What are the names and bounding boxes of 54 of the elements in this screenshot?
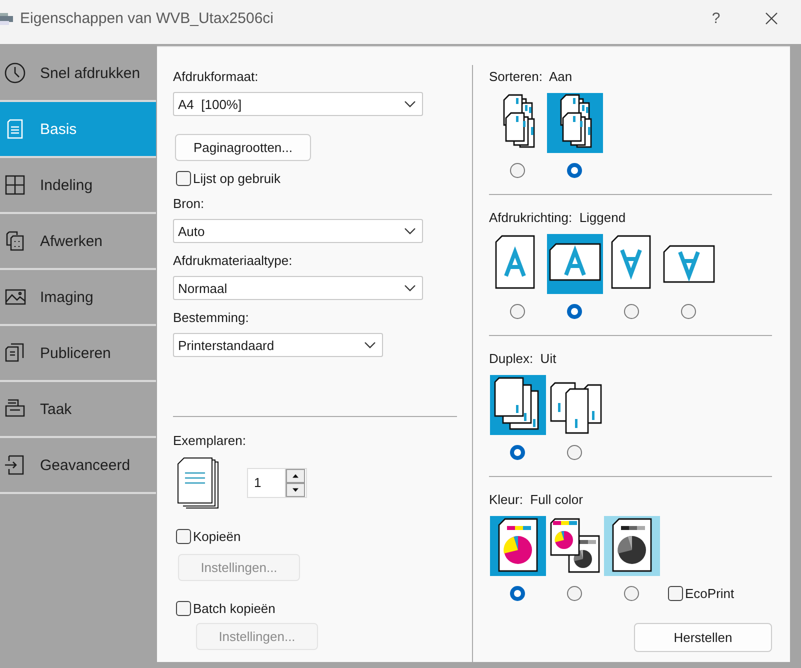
copies-icon [177,457,221,509]
checkbox-label: Lijst op gebruik [193,171,280,186]
checkbox-label: EcoPrint [685,586,734,601]
option-tile[interactable] [490,375,546,435]
radio-button[interactable] [681,304,696,319]
radio-button[interactable] [624,304,639,319]
radio-button[interactable] [510,163,525,178]
chevron-icon [364,341,376,349]
group-label: Kleur: Full color [489,492,584,508]
radio-button[interactable] [567,304,582,319]
reset-button[interactable]: Herstellen [634,623,772,652]
pages-icon [4,342,26,364]
checkbox-label: Batch kopieën [193,601,276,616]
checkbox[interactable] [668,586,683,601]
clock-icon [4,62,26,84]
option-tile[interactable] [490,516,546,576]
field-label: Afdrukformaat: [173,69,260,85]
radio-button[interactable] [567,163,582,178]
exit-icon [4,454,26,476]
option-tile[interactable] [546,93,602,153]
chevron-icon [404,100,416,108]
option-tile[interactable] [604,516,660,576]
checkbox[interactable] [176,529,191,544]
group-label: Sorteren: Aan [489,69,574,85]
field-label: Afdrukmateriaaltype: [173,253,294,269]
radio-button[interactable] [510,586,525,601]
chevron-icon [404,227,416,235]
radio-button[interactable] [510,304,525,319]
radio-button[interactable] [624,586,639,601]
window-title: Eigenschappen van WVB_Utax2506ci [20,10,274,26]
button[interactable]: Paginagrootten... [175,134,311,161]
group-label: Duplex: Uit [489,351,558,367]
group-label: Afdrukrichting: Liggend [489,210,627,226]
field-label: Exemplaren: [173,433,247,449]
chevron-icon [404,284,416,292]
checkbox[interactable] [176,171,191,186]
radio-button[interactable] [567,445,582,460]
help-button[interactable]: ? [709,10,723,26]
dropdown[interactable]: Printerstandaard [173,333,383,357]
checkbox[interactable] [176,601,191,616]
grid-icon [4,174,26,196]
pages-icon [4,230,26,252]
radio-button[interactable] [567,586,582,601]
field-label: Bron: [173,196,206,212]
radio-button[interactable] [510,445,525,460]
dropdown[interactable]: Normaal [173,276,423,300]
field-label: Bestemming: [173,310,250,326]
dropdown[interactable]: Auto [173,219,423,243]
number-spinner[interactable]: 1 [247,468,307,498]
checkbox-label: Kopieën [193,529,241,544]
dropdown[interactable]: A4 [100%] [173,92,423,116]
close-icon[interactable] [765,12,778,24]
option-tile[interactable] [546,234,602,294]
printer-icon [0,10,14,26]
